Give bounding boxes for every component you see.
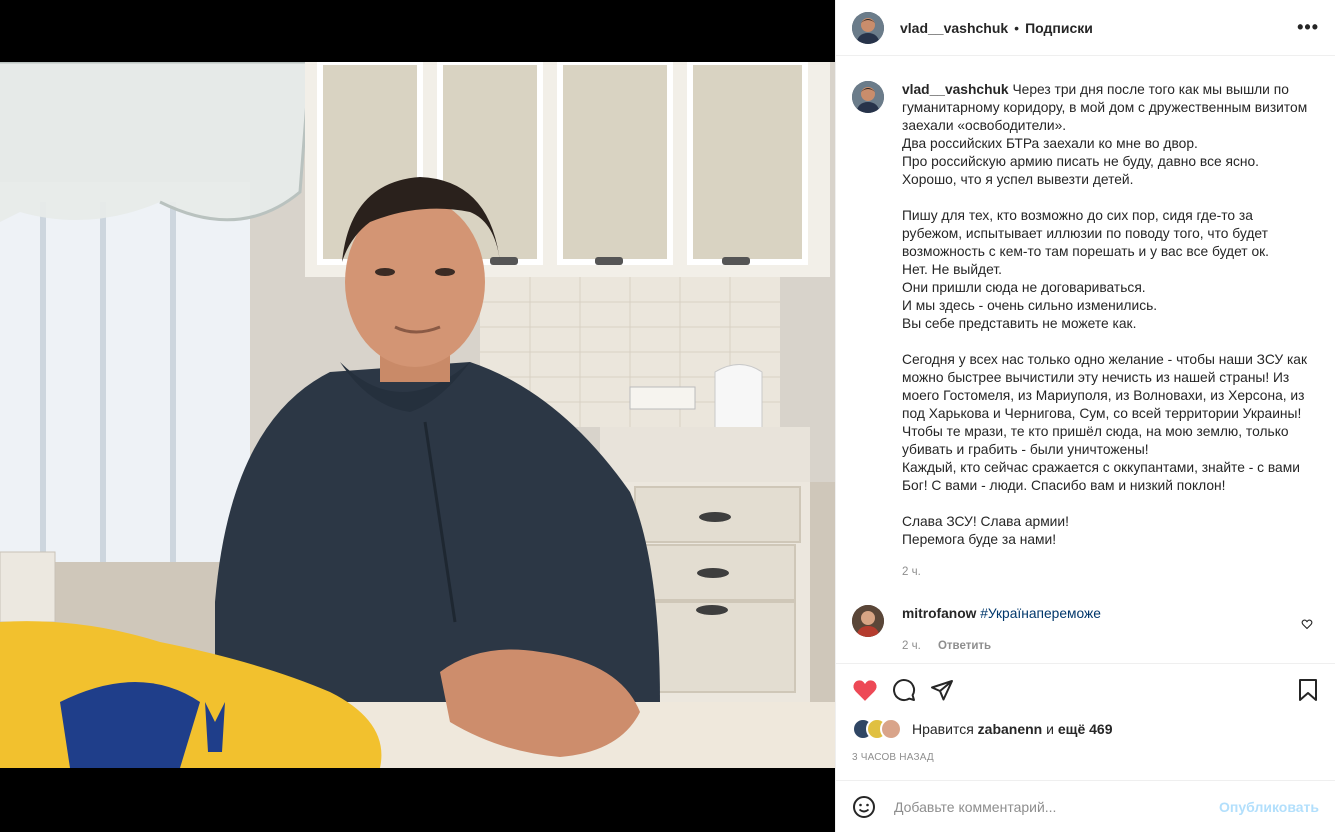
more-icon[interactable]: ••• — [1297, 17, 1319, 38]
caption-body: vlad__vashchuk Через три дня после того … — [902, 81, 1314, 581]
header-username[interactable]: vlad__vashchuk — [900, 20, 1008, 36]
likes-user[interactable]: zabanenn — [978, 721, 1043, 737]
reply-button[interactable]: Ответить — [938, 640, 991, 652]
post-header: vlad__vashchuk • Подписки ••• — [836, 0, 1335, 56]
comment-meta: 2 ч. Ответить — [902, 637, 1101, 655]
caption-text-block: vlad__vashchuk Через три дня после того … — [902, 81, 1314, 549]
comment-body: mitrofanow #Українапереможе 2 ч. Ответит… — [902, 605, 1101, 655]
likes-summary: Нравится zabanenn и ещё 469 — [852, 718, 1113, 740]
add-comment-bar: Опубликовать — [836, 780, 1335, 832]
header-separator: • — [1014, 19, 1020, 36]
post-comment-button[interactable]: Опубликовать — [1219, 799, 1319, 815]
likes-others[interactable]: ещё 469 — [1058, 721, 1113, 737]
heart-icon[interactable] — [852, 678, 878, 702]
post-photo[interactable] — [0, 62, 835, 768]
comment-avatar[interactable] — [852, 605, 884, 637]
post-timestamp[interactable]: 3 ЧАСОВ НАЗАД — [852, 752, 934, 763]
caption-avatar[interactable] — [852, 81, 884, 113]
share-icon[interactable] — [930, 678, 954, 702]
caption-username[interactable]: vlad__vashchuk — [902, 82, 1009, 97]
avatar-image — [852, 605, 884, 637]
avatar-image — [852, 11, 884, 44]
liker-avatar — [880, 718, 902, 740]
likes-conj: и — [1046, 721, 1054, 737]
post-caption: vlad__vashchuk Через три дня после того … — [852, 57, 1319, 581]
post-details-panel: vlad__vashchuk • Подписки ••• vlad__vash… — [835, 0, 1335, 832]
comment-username[interactable]: mitrofanow — [902, 606, 976, 621]
avatar[interactable] — [852, 11, 884, 44]
likes-text[interactable]: Нравится zabanenn и ещё 469 — [912, 721, 1113, 737]
caption-time: 2 ч. — [902, 566, 921, 578]
comment-time: 2 ч. — [902, 640, 921, 652]
comment-input[interactable] — [892, 797, 1220, 816]
action-bar — [836, 663, 1335, 715]
avatar-image — [852, 81, 884, 113]
following-button[interactable]: Подписки — [1025, 20, 1093, 36]
caption-text: Через три дня после того как мы вышли по… — [902, 82, 1308, 547]
bookmark-icon[interactable] — [1297, 678, 1319, 702]
likes-prefix: Нравится — [912, 721, 974, 737]
comment-hashtag-link[interactable]: #Українапереможе — [980, 606, 1101, 621]
kitchen-photo — [0, 62, 835, 768]
emoji-icon[interactable] — [852, 795, 876, 819]
comment-icon[interactable] — [892, 678, 916, 702]
post-media[interactable] — [0, 0, 835, 832]
comment-item: mitrofanow #Українапереможе 2 ч. Ответит… — [852, 605, 1319, 655]
comments-scroll-area[interactable]: vlad__vashchuk Через три дня после того … — [836, 57, 1335, 662]
comment-text: mitrofanow #Українапереможе — [902, 605, 1101, 623]
comment-heart-icon[interactable] — [1301, 617, 1313, 635]
